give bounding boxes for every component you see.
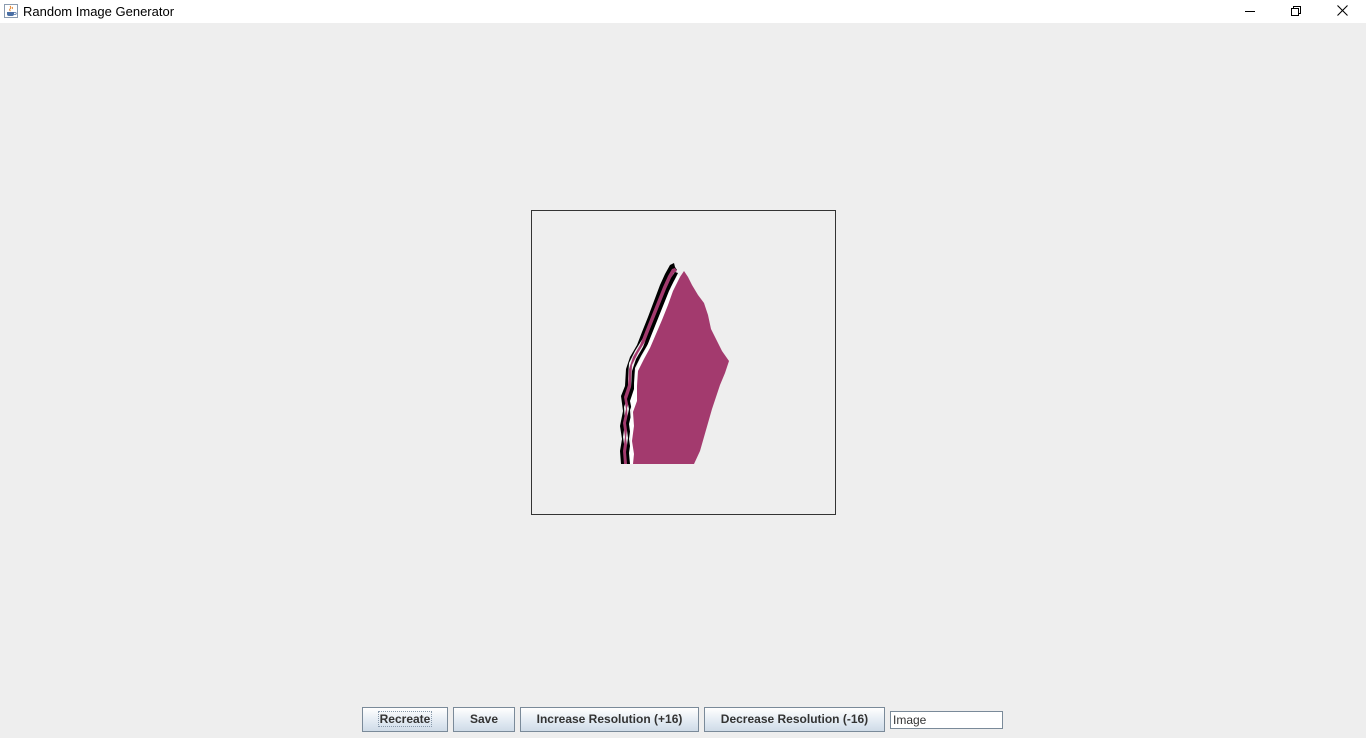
recreate-label: Recreate bbox=[377, 711, 433, 727]
shape-body bbox=[632, 271, 729, 464]
increase-resolution-label: Increase Resolution (+16) bbox=[536, 712, 683, 726]
restore-icon bbox=[1291, 3, 1301, 21]
increase-resolution-button[interactable]: Increase Resolution (+16) bbox=[520, 707, 699, 732]
save-button[interactable]: Save bbox=[453, 707, 515, 732]
save-label: Save bbox=[469, 712, 499, 726]
image-canvas bbox=[531, 210, 836, 515]
decrease-resolution-label: Decrease Resolution (-16) bbox=[720, 712, 869, 726]
title-bar[interactable]: Random Image Generator bbox=[0, 0, 1366, 23]
generated-image bbox=[620, 263, 729, 464]
close-icon bbox=[1336, 3, 1348, 21]
java-coffee-cup-icon bbox=[4, 4, 18, 18]
minimize-button[interactable] bbox=[1227, 0, 1273, 23]
image-name-field[interactable] bbox=[890, 711, 1003, 729]
window-title: Random Image Generator bbox=[23, 4, 175, 19]
recreate-button[interactable]: Recreate bbox=[362, 707, 448, 732]
close-button[interactable] bbox=[1319, 0, 1365, 23]
minimize-icon bbox=[1245, 3, 1255, 21]
decrease-resolution-button[interactable]: Decrease Resolution (-16) bbox=[704, 707, 885, 732]
app-window: Random Image Generator Recreate Save Inc… bbox=[0, 0, 1366, 738]
restore-button[interactable] bbox=[1273, 0, 1319, 23]
